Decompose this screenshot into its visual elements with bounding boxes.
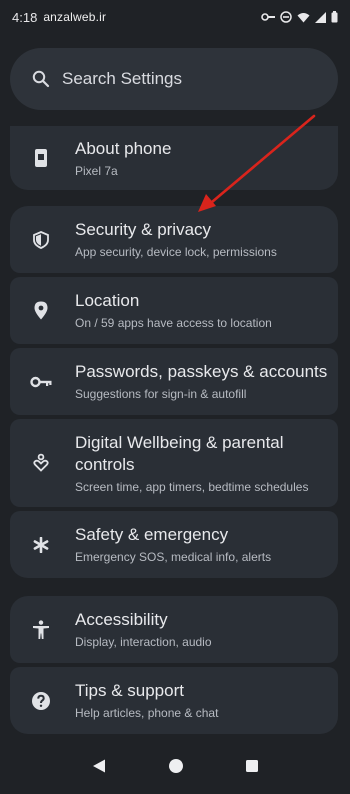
asterisk-icon bbox=[29, 533, 53, 557]
about-group: About phone Pixel 7a bbox=[10, 126, 338, 190]
search-placeholder: Search Settings bbox=[62, 69, 183, 88]
phone-icon bbox=[29, 146, 53, 170]
settings-item-accessibility[interactable]: Accessibility Display, interaction, audi… bbox=[10, 596, 338, 663]
item-title: Accessibility bbox=[75, 610, 168, 629]
item-subtitle: Help articles, phone & chat bbox=[75, 706, 219, 720]
recents-icon[interactable] bbox=[245, 759, 259, 773]
search-icon bbox=[32, 70, 50, 88]
help-icon bbox=[29, 689, 53, 713]
key-icon bbox=[29, 370, 53, 394]
wifi-icon bbox=[297, 12, 310, 22]
settings-group-secondary: Accessibility Display, interaction, audi… bbox=[10, 596, 338, 734]
wellbeing-icon bbox=[29, 451, 53, 475]
settings-group-main: Security & privacy App security, device … bbox=[10, 206, 338, 578]
item-subtitle: Display, interaction, audio bbox=[75, 635, 212, 649]
settings-item-digital-wellbeing[interactable]: Digital Wellbeing & parental controls Sc… bbox=[10, 419, 338, 507]
accessibility-icon bbox=[29, 618, 53, 642]
dnd-icon bbox=[280, 11, 292, 23]
item-title: Passwords, passkeys & accounts bbox=[75, 362, 328, 381]
location-pin-icon bbox=[29, 299, 53, 323]
settings-item-tips-support[interactable]: Tips & support Help articles, phone & ch… bbox=[10, 667, 338, 734]
item-title: Digital Wellbeing & parental controls bbox=[75, 432, 284, 474]
watermark-text: anzalweb.ir bbox=[43, 10, 107, 24]
settings-item-about-phone[interactable]: About phone Pixel 7a bbox=[10, 126, 338, 190]
item-subtitle: On / 59 apps have access to location bbox=[75, 316, 272, 330]
home-icon[interactable] bbox=[168, 758, 184, 774]
settings-item-safety-emergency[interactable]: Safety & emergency Emergency SOS, medica… bbox=[10, 511, 338, 578]
item-title: Location bbox=[75, 291, 140, 310]
back-icon[interactable] bbox=[91, 758, 107, 774]
settings-item-security-privacy[interactable]: Security & privacy App security, device … bbox=[10, 206, 338, 273]
signal-icon bbox=[315, 11, 326, 23]
item-title: Safety & emergency bbox=[75, 525, 229, 544]
item-subtitle: Screen time, app timers, bedtime schedul… bbox=[75, 479, 309, 494]
item-subtitle: Pixel 7a bbox=[75, 163, 118, 178]
item-subtitle: App security, device lock, permissions bbox=[75, 245, 277, 259]
item-subtitle: Emergency SOS, medical info, alerts bbox=[75, 550, 272, 564]
status-bar: 4:18 anzalweb.ir bbox=[0, 0, 350, 34]
vpn-key-icon bbox=[261, 13, 275, 21]
item-title: Security & privacy bbox=[75, 220, 212, 239]
search-bar[interactable]: Search Settings bbox=[10, 48, 338, 110]
item-title: Tips & support bbox=[75, 681, 184, 700]
settings-item-passwords-accounts[interactable]: Passwords, passkeys & accounts Suggestio… bbox=[10, 348, 338, 415]
shield-icon bbox=[29, 228, 53, 252]
item-title: About phone bbox=[75, 138, 172, 158]
status-time: 4:18 bbox=[12, 9, 38, 25]
settings-item-location[interactable]: Location On / 59 apps have access to loc… bbox=[10, 277, 338, 344]
navigation-bar bbox=[0, 738, 350, 794]
item-subtitle: Suggestions for sign-in & autofill bbox=[75, 387, 247, 401]
battery-icon bbox=[331, 11, 338, 23]
